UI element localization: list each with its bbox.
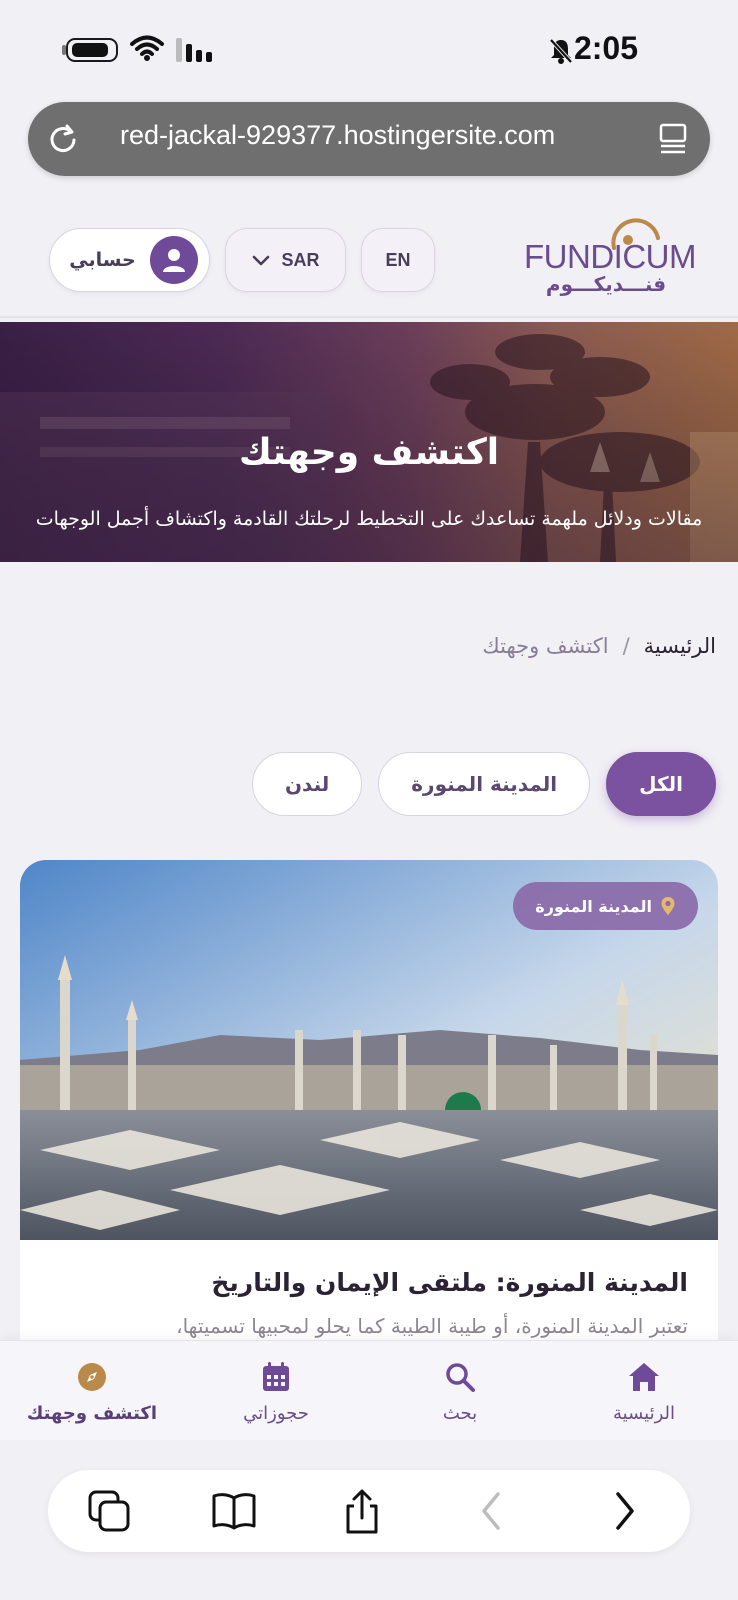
nav-bookings-label: حجوزاتي	[243, 1403, 309, 1424]
address-bar[interactable]: red-jackal-929377.hostingersite.com	[28, 102, 710, 176]
wifi-icon	[130, 35, 164, 61]
breadcrumb-separator: /	[622, 634, 630, 658]
reader-mode-icon[interactable]	[658, 122, 688, 156]
url-text[interactable]: red-jackal-929377.hostingersite.com	[120, 120, 555, 151]
status-time: 2:05	[573, 30, 638, 66]
bookmarks-icon[interactable]	[210, 1488, 258, 1534]
battery-tip	[62, 45, 66, 55]
fundicum-logo[interactable]: FUNDICUM فنـــديكـــوم	[524, 214, 696, 300]
filter-london[interactable]: لندن	[251, 752, 363, 816]
share-icon[interactable]	[340, 1488, 384, 1536]
nav-home-label: الرئيسية	[613, 1403, 675, 1424]
calendar-icon	[263, 1362, 289, 1391]
article-excerpt: تعتبر المدينة المنورة، أو طيبة الطيبة كم…	[176, 1314, 688, 1338]
language-label: EN	[385, 249, 411, 270]
logo-text-en: FUNDICUM	[524, 238, 696, 275]
nav-home[interactable]: الرئيسية	[554, 1361, 734, 1424]
nav-bookings[interactable]: حجوزاتي	[186, 1361, 366, 1424]
currency-button[interactable]: SAR	[225, 228, 346, 292]
destination-filters: الكل المدينة المنورة لندن	[251, 752, 716, 816]
hero-subtitle: مقالات ودلائل ملهمة تساعدك على التخطيط ل…	[35, 508, 703, 530]
user-avatar-icon	[149, 236, 198, 284]
account-button[interactable]: حسابي	[49, 228, 210, 292]
language-button[interactable]: EN	[361, 228, 435, 292]
location-badge-label: المدينة المنورة	[535, 896, 652, 916]
article-card[interactable]: المدينة المنورة المدينة المنورة: ملتقى ا…	[20, 860, 718, 1380]
hero-title: اكتشف وجهتك	[238, 432, 500, 473]
search-icon	[446, 1363, 475, 1392]
nav-discover-label: اكتشف وجهتك	[26, 1403, 158, 1424]
filter-medina[interactable]: المدينة المنورة	[378, 752, 591, 816]
breadcrumb-current: اكتشف وجهتك	[482, 634, 609, 658]
currency-label: SAR	[281, 249, 320, 270]
breadcrumb-home-link[interactable]: الرئيسية	[644, 634, 716, 658]
nav-search[interactable]: بحث	[370, 1361, 550, 1424]
cellular-signal-icon	[176, 38, 212, 62]
location-pin-icon	[661, 897, 675, 915]
article-title[interactable]: المدينة المنورة: ملتقى الإيمان والتاريخ	[211, 1268, 688, 1297]
battery-icon	[66, 38, 118, 62]
home-icon	[629, 1363, 659, 1391]
hero-banner: اكتشف وجهتك مقالات ودلائل ملهمة تساعدك ع…	[0, 322, 738, 562]
compass-icon	[78, 1363, 106, 1391]
nav-discover[interactable]: اكتشف وجهتك	[2, 1361, 182, 1424]
browser-toolbar-pill	[48, 1470, 690, 1552]
breadcrumb: الرئيسية / اكتشف وجهتك	[482, 634, 716, 658]
logo-text-ar: فنـــديكـــوم	[545, 272, 667, 296]
back-arrow-icon[interactable]	[476, 1488, 506, 1534]
forward-arrow-icon[interactable]	[610, 1488, 640, 1534]
silent-bell-icon	[549, 38, 573, 64]
nav-search-label: بحث	[442, 1403, 478, 1424]
location-badge: المدينة المنورة	[513, 882, 698, 930]
filter-all[interactable]: الكل	[606, 752, 716, 816]
site-header: FUNDICUM فنـــديكـــوم EN SAR حسابي	[0, 200, 738, 318]
chevron-down-icon	[253, 255, 270, 266]
bottom-navigation: الرئيسية بحث حجوزاتي اكتشف وجهتك	[0, 1340, 738, 1440]
browser-toolbar	[0, 1440, 738, 1600]
reload-icon[interactable]	[46, 122, 80, 156]
tabs-icon[interactable]	[86, 1488, 132, 1534]
status-bar: 2:05	[0, 0, 738, 95]
account-label: حسابي	[69, 249, 136, 271]
